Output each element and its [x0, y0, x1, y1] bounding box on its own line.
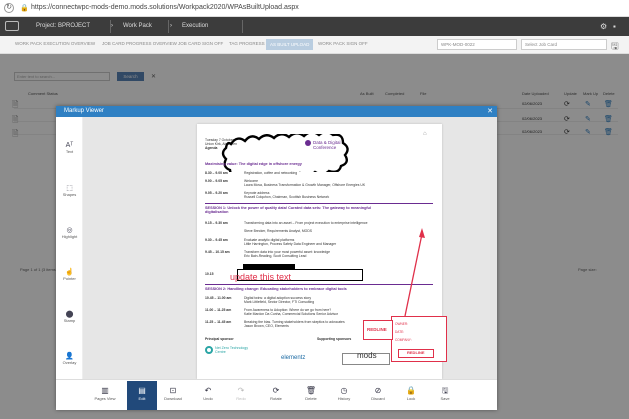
divider — [242, 20, 243, 33]
stamp-icon: ⬤ — [65, 311, 74, 318]
edit-icon: ▤ — [138, 386, 146, 395]
modal-title: Markup Viewer — [64, 108, 104, 114]
refresh-icon[interactable]: ↻ — [4, 3, 14, 13]
markup-viewer-modal: Markup Viewer ✕ Aᵀ Text ⬚ Shapes ◎ Highligh… — [56, 106, 497, 410]
redo-button[interactable]: ↷ Redo — [226, 386, 256, 401]
chevron-right-icon: › — [111, 23, 113, 29]
pointer-tool[interactable]: ☝ Pointer — [56, 268, 83, 281]
text-annotation[interactable]: update this text — [230, 272, 291, 282]
tab-bar: WORK PACK EXECUTION OVERVIEW JOB CARD PR… — [0, 36, 629, 54]
left-toolbar: Aᵀ Text ⬚ Shapes ◎ Highlight ☝ Pointer ⬤ Stam… — [56, 117, 83, 379]
browser-url-bar: ↻ 🔒 https://connectwpc-mods-demo.mods.so… — [0, 0, 629, 17]
text-tool[interactable]: Aᵀ Text — [56, 142, 83, 154]
gear-icon[interactable]: ⚙ — [600, 21, 607, 32]
trash-icon: 🗑 — [305, 386, 317, 395]
tab-work-pack-sign-off[interactable]: WORK PACK SIGN OFF — [318, 41, 368, 46]
save-icon: 🖫 — [441, 386, 449, 395]
workpack-dropdown[interactable]: WPK-MOD-0022 — [437, 39, 517, 50]
tab-as-built-upload[interactable]: AS BUILT UPLOAD — [266, 39, 314, 50]
user-icon[interactable]: ▪ — [613, 21, 616, 32]
document-page[interactable]: Tuesday 7 October Union Kirk, Aberdeen A… — [197, 124, 447, 379]
history-icon: ◷ — [340, 386, 348, 395]
edit-button[interactable]: ▤ Edit — [127, 381, 157, 410]
bottom-toolbar: ▥ Pages View ▤ Edit ⊡ Download ↶ Undo ↷ Redo … — [56, 379, 497, 410]
undo-button[interactable]: ↶ Undo — [193, 386, 223, 401]
rotate-button[interactable]: ⟳ Rotate — [261, 386, 291, 401]
delete-button[interactable]: 🗑 Delete — [296, 386, 326, 401]
highlight-tool[interactable]: ◎ Highlight — [56, 226, 83, 239]
chevron-right-icon: › — [170, 23, 172, 29]
pages-icon: ▥ — [101, 386, 109, 395]
download-button[interactable]: ⊡ Download — [158, 386, 188, 401]
lock-button[interactable]: 🔒 Lock — [396, 386, 426, 401]
highlight-icon: ◎ — [66, 227, 73, 234]
lock-icon: 🔒 — [20, 5, 29, 12]
overlay-tool[interactable]: 👤 Overlay — [56, 352, 83, 365]
stamp-tool[interactable]: ⬤ Stamp — [56, 310, 83, 323]
tab-work-pack-execution-overview[interactable]: WORK PACK EXECUTION OVERVIEW — [15, 41, 95, 46]
save-button[interactable]: 🖫 Save — [430, 386, 460, 401]
execution-selector[interactable]: Execution — [182, 21, 208, 32]
workpack-selector[interactable]: Work Pack — [123, 21, 152, 32]
close-icon[interactable]: ✕ — [487, 107, 493, 115]
app-logo — [5, 21, 19, 31]
download-icon: ⊡ — [169, 386, 177, 395]
tab-tag-progress[interactable]: TAG PROGRESS — [229, 41, 265, 46]
url-text[interactable]: https://connectwpc-mods-demo.mods.soluti… — [31, 4, 299, 11]
tab-job-card-sign-off[interactable]: JOB CARD SIGN OFF — [178, 41, 223, 46]
modal-header: Markup Viewer ✕ — [56, 106, 497, 117]
redo-icon: ↷ — [237, 386, 245, 395]
job-card-dropdown[interactable]: Select Job Card — [521, 39, 607, 50]
lock-icon: 🔒 — [406, 386, 416, 395]
pointer-icon: ☝ — [65, 269, 74, 276]
discard-button[interactable]: ⊘ Discard — [363, 386, 393, 401]
divider — [168, 20, 169, 33]
arrow-markup[interactable] — [197, 124, 442, 379]
project-selector[interactable]: Project: BPROJECT — [36, 21, 90, 32]
rotate-icon: ⟳ — [272, 386, 280, 395]
pages-view-button[interactable]: ▥ Pages View — [90, 386, 120, 401]
save-icon[interactable]: 🖫 — [611, 39, 619, 55]
app-header: Project: BPROJECT › Work Pack › Executio… — [0, 17, 629, 36]
discard-icon: ⊘ — [374, 386, 382, 395]
text-icon: Aᵀ — [65, 142, 74, 149]
history-button[interactable]: ◷ History — [329, 386, 359, 401]
tab-job-card-progress-overview[interactable]: JOB CARD PROGRESS OVERVIEW — [102, 41, 177, 46]
shapes-icon: ⬚ — [66, 185, 73, 192]
canvas-margin — [448, 124, 492, 379]
shapes-tool[interactable]: ⬚ Shapes — [56, 184, 83, 197]
undo-icon: ↶ — [204, 386, 212, 395]
person-icon: 👤 — [65, 353, 74, 360]
